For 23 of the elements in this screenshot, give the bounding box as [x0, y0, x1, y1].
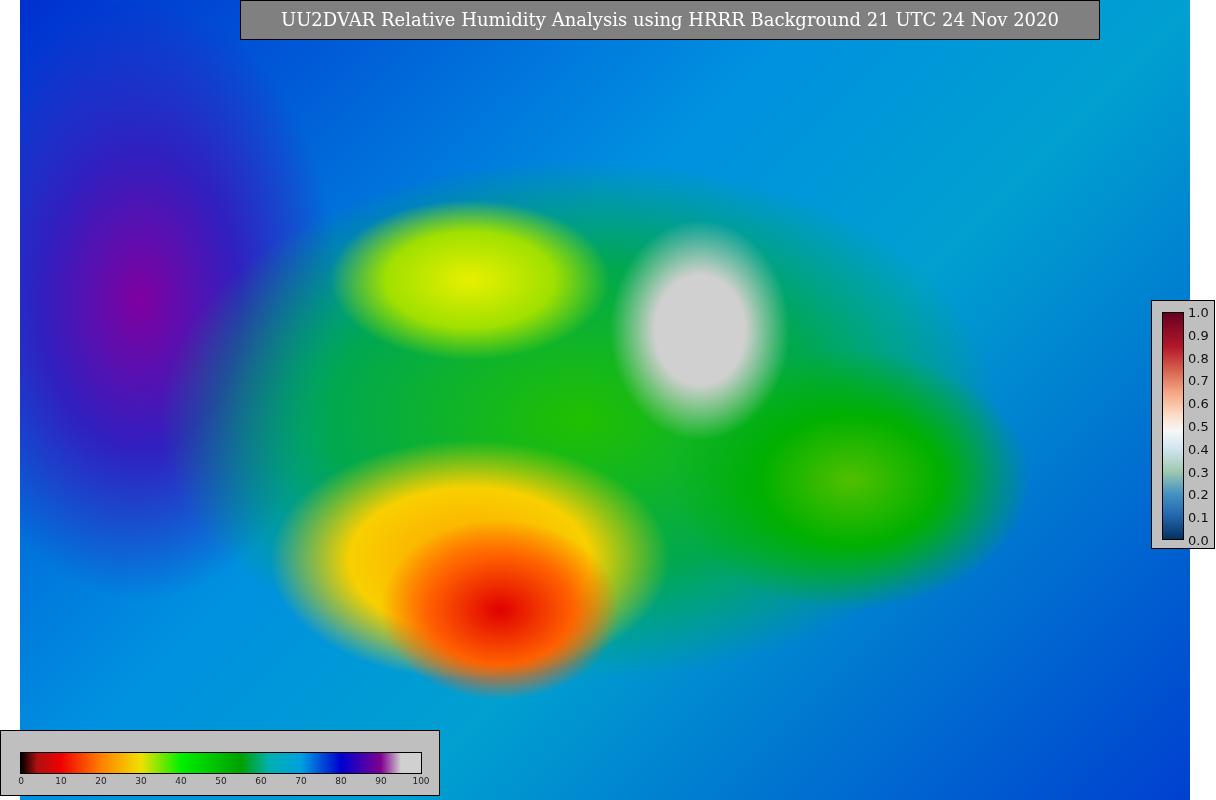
- tick-label: 0: [18, 776, 24, 786]
- map-title: UU2DVAR Relative Humidity Analysis using HRRR Background 21 UTC 24 Nov 2020: [240, 0, 1100, 40]
- tick-label: 10: [55, 776, 67, 786]
- tick-label: 1.0: [1188, 304, 1209, 320]
- tick-label: 40: [175, 776, 187, 786]
- tick-label: 20: [95, 776, 107, 786]
- tick-label: 0.1: [1188, 509, 1209, 525]
- tick-label: 50: [215, 776, 227, 786]
- tick-label: 30: [135, 776, 147, 786]
- tick-label: 0.9: [1188, 327, 1209, 343]
- tick-label: 60: [255, 776, 267, 786]
- tick-label: 0.3: [1188, 464, 1209, 480]
- tick-label: 0.6: [1188, 395, 1209, 411]
- tick-label: 100: [412, 776, 430, 786]
- tick-label: 90: [375, 776, 387, 786]
- tick-label: 0.8: [1188, 350, 1209, 366]
- tick-label: 0.5: [1188, 418, 1209, 434]
- tick-label: 0.4: [1188, 441, 1209, 457]
- tick-label: 0.0: [1188, 532, 1209, 548]
- tick-label: 0.2: [1188, 486, 1209, 502]
- tick-label: 80: [335, 776, 347, 786]
- tick-label: 70: [295, 776, 307, 786]
- tick-label: 0.7: [1188, 372, 1209, 388]
